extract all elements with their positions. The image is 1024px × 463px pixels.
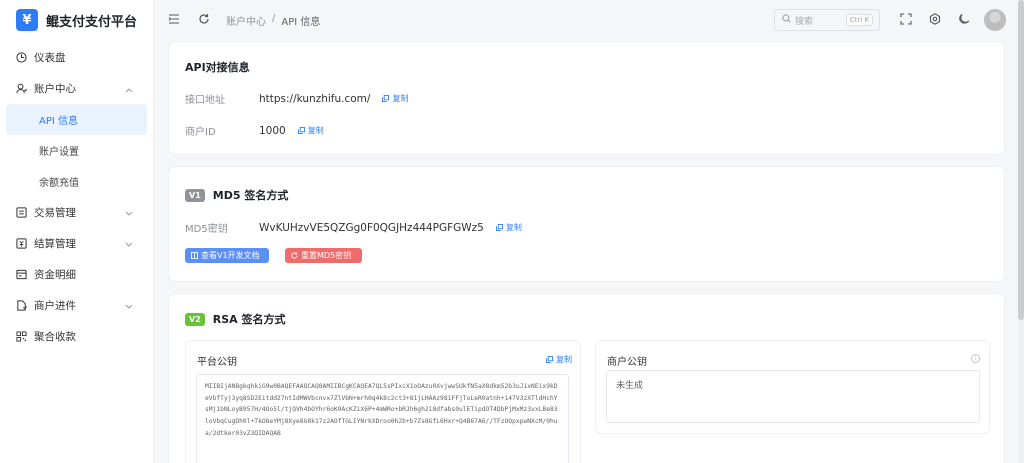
sidebar-item-transactions[interactable]: 交易管理 — [0, 197, 153, 228]
copy-icon — [297, 127, 305, 134]
merchant-id-row: 商户ID 1000 复制 — [185, 123, 324, 139]
card-title-text: RSA 签名方式 — [212, 313, 286, 326]
copy-merchant-id-button[interactable]: 复制 — [297, 125, 324, 136]
sidebar-item-settlement[interactable]: 结算管理 — [0, 228, 153, 259]
refresh-icon[interactable] — [198, 13, 210, 28]
sidebar-item-label: 交易管理 — [34, 207, 76, 219]
menu-fold-icon[interactable] — [168, 13, 180, 28]
doc-icon — [16, 300, 27, 311]
copy-endpoint-button[interactable]: 复制 — [382, 93, 408, 104]
chevron-up-icon — [125, 84, 133, 96]
refresh-icon — [291, 252, 298, 259]
copy-icon — [495, 224, 503, 231]
md5-key-label: MD5密钥 — [185, 224, 228, 235]
logo-icon: ¥ — [16, 9, 38, 31]
brand-title: 鲲支付支付平台 — [46, 14, 138, 30]
api-info-card: API对接信息 接口地址 https://kunzhifu.com/ 复制 商户… — [168, 41, 1005, 155]
card-title: API对接信息 — [185, 61, 250, 74]
sidebar-item-account-settings[interactable]: 账户设置 — [6, 135, 147, 166]
sidebar: ¥ 鲲支付支付平台 仪表盘 账户中心 API 信息 账户设置 余额充值 交易管理 — [0, 0, 154, 463]
sidebar-item-api-info[interactable]: API 信息 — [6, 104, 147, 135]
md5-key-row: MD5密钥 WvKUHzvVE5QZGg0F0QGJHz444PGFGWz5 复… — [185, 220, 522, 236]
brand[interactable]: ¥ 鲲支付支付平台 — [0, 0, 153, 40]
breadcrumb-current: API 信息 — [281, 17, 321, 28]
breadcrumb-separator: / — [272, 13, 276, 24]
copy-label: 复制 — [307, 126, 324, 135]
copy-md5-key-button[interactable]: 复制 — [495, 222, 522, 233]
merchant-id-value: 1000 — [259, 124, 286, 137]
platform-key-label: 平台公钥 — [197, 357, 237, 368]
book-icon — [191, 252, 198, 259]
avatar[interactable] — [984, 9, 1006, 31]
sidebar-item-label: 聚合收款 — [34, 331, 76, 343]
search-box[interactable]: 搜索 Ctrl K — [774, 9, 880, 31]
chevron-down-icon — [125, 208, 133, 220]
settings-icon[interactable] — [929, 13, 941, 28]
view-v1-docs-button[interactable]: 查看V1开发文档 — [185, 248, 269, 263]
sidebar-menu: 仪表盘 账户中心 API 信息 账户设置 余额充值 交易管理 结算管理 资金明细… — [0, 42, 153, 352]
platform-key-textarea[interactable]: MIIBIjANBgkqhkiG9w0BAQEFAAOCAQ8AMIIBCgKC… — [196, 374, 569, 463]
breadcrumb-parent[interactable]: 账户中心 — [226, 13, 266, 28]
copy-platform-key-button[interactable]: 复制 — [546, 354, 572, 365]
page-scrollbar[interactable] — [1018, 0, 1024, 463]
dashboard-icon — [16, 52, 27, 63]
top-header: 账户中心 / API 信息 搜索 Ctrl K — [154, 0, 1024, 40]
endpoint-row: 接口地址 https://kunzhifu.com/ 复制 — [185, 91, 408, 107]
list-icon — [16, 207, 27, 218]
wallet-icon — [16, 269, 27, 280]
sidebar-item-label: 资金明细 — [34, 269, 76, 281]
chevron-down-icon — [125, 239, 133, 251]
chevron-down-icon — [125, 301, 133, 313]
search-placeholder: 搜索 — [795, 16, 814, 27]
reset-md5-key-button[interactable]: 重置MD5密钥 — [285, 248, 362, 263]
sidebar-item-label: 账户中心 — [34, 83, 76, 95]
version-tag: V1 — [185, 188, 205, 202]
fullscreen-icon[interactable] — [900, 13, 912, 28]
md5-sign-card: V1 MD5 签名方式 MD5密钥 WvKUHzvVE5QZGg0F0QGJHz… — [168, 166, 1005, 282]
scrollbar-thumb[interactable] — [1018, 0, 1024, 320]
qrcode-icon — [16, 331, 27, 342]
card-title: V2 RSA 签名方式 — [185, 311, 286, 327]
rsa-sign-card: V2 RSA 签名方式 平台公钥 复制 MIIBIjANBgkqhkiG9w0B… — [168, 293, 1005, 463]
button-label: 查看V1开发文档 — [201, 251, 260, 260]
settle-icon — [16, 238, 27, 249]
sidebar-item-label: 结算管理 — [34, 238, 76, 250]
endpoint-label: 接口地址 — [185, 95, 225, 106]
card-title: V1 MD5 签名方式 — [185, 187, 288, 203]
copy-icon — [546, 356, 553, 363]
merchant-key-textarea[interactable]: 未生成 — [606, 370, 980, 423]
sidebar-item-aggregate-payment[interactable]: 聚合收款 — [0, 321, 153, 352]
sidebar-item-account-center[interactable]: 账户中心 — [0, 73, 153, 104]
breadcrumb: 账户中心 / API 信息 — [226, 13, 320, 28]
sidebar-item-merchant-onboarding[interactable]: 商户进件 — [0, 290, 153, 321]
button-label: 重置MD5密钥 — [301, 251, 352, 260]
sidebar-item-balance-recharge[interactable]: 余额充值 — [6, 166, 147, 197]
version-tag: V2 — [185, 312, 205, 326]
sidebar-item-label: 商户进件 — [34, 300, 76, 312]
dark-mode-icon[interactable] — [958, 13, 970, 28]
copy-label: 复制 — [392, 94, 409, 103]
merchant-public-key-panel: 商户公钥 i 未生成 — [595, 340, 990, 434]
search-shortcut: Ctrl K — [845, 14, 873, 26]
info-icon[interactable]: i — [971, 354, 980, 363]
search-icon — [782, 14, 791, 26]
merchant-key-label: 商户公钥 — [607, 357, 647, 368]
merchant-id-label: 商户ID — [185, 127, 216, 138]
user-icon — [16, 83, 27, 94]
platform-public-key-panel: 平台公钥 复制 MIIBIjANBgkqhkiG9w0BAQEFAAOCAQ8A… — [185, 340, 581, 463]
copy-icon — [382, 95, 390, 102]
copy-label: 复制 — [505, 223, 522, 232]
copy-label: 复制 — [556, 355, 572, 364]
sidebar-item-dashboard[interactable]: 仪表盘 — [0, 42, 153, 73]
sidebar-item-label: 仪表盘 — [34, 52, 66, 64]
sidebar-item-fund-details[interactable]: 资金明细 — [0, 259, 153, 290]
card-title-text: MD5 签名方式 — [212, 189, 289, 202]
md5-key-value: WvKUHzvVE5QZGg0F0QGJHz444PGFGWz5 — [259, 221, 484, 234]
endpoint-value: https://kunzhifu.com/ — [259, 92, 371, 105]
